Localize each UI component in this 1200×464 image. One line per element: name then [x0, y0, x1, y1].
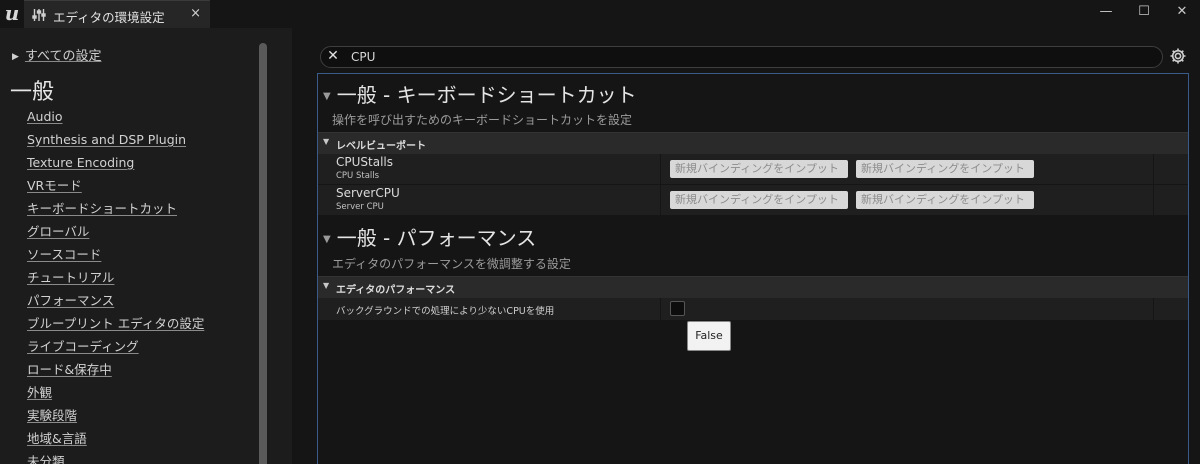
editor-preferences-tab[interactable]: エディタの環境設定 ×	[24, 0, 210, 28]
sidebar-item-audio[interactable]: Audio	[27, 107, 204, 130]
key-binding-input-2[interactable]: 新規バインディングをインプット	[856, 160, 1034, 178]
unreal-logo-icon: u	[4, 1, 20, 25]
expand-triangle-icon: ▶	[12, 52, 19, 62]
column-divider	[1153, 185, 1154, 215]
column-divider	[1153, 298, 1154, 320]
sidebar-category-list: Audio Synthesis and DSP Plugin Texture E…	[27, 107, 204, 464]
tab-title: エディタの環境設定	[53, 10, 165, 25]
empty-area	[318, 321, 1188, 464]
setting-name: ServerCPU	[336, 186, 400, 200]
key-binding-input-2[interactable]: 新規バインディングをインプット	[856, 191, 1034, 209]
column-divider	[660, 298, 661, 320]
group-title-performance[interactable]: ▼ 一般 - パフォーマンス	[323, 222, 536, 251]
category-level-viewport[interactable]: ▼ レベルビューポート	[318, 132, 1188, 154]
tab-close-icon[interactable]: ×	[190, 6, 201, 21]
all-settings-link[interactable]: ▶ すべての設定	[12, 45, 102, 64]
all-settings-label: すべての設定	[24, 49, 102, 64]
column-divider	[660, 185, 661, 215]
results-panel: ▼ 一般 - キーボードショートカット 操作を呼び出すためのキーボードショートカッ…	[317, 73, 1189, 464]
category-editor-performance[interactable]: ▼ エディタのパフォーマンス	[318, 276, 1188, 298]
maximize-button[interactable]: ☐	[1133, 2, 1155, 22]
column-divider	[1153, 154, 1154, 184]
key-binding-input-1[interactable]: 新規バインディングをインプット	[670, 191, 848, 209]
collapse-triangle-icon: ▼	[323, 91, 331, 102]
collapse-triangle-icon: ▼	[323, 281, 330, 290]
setting-subname: Server CPU	[336, 202, 384, 212]
sidebar-item-tutorials[interactable]: チュートリアル	[27, 268, 204, 291]
setting-label: バックグラウンドでの処理により少ないCPUを使用	[336, 306, 555, 317]
title-bar: u エディタの環境設定 × — ☐ ✕	[0, 0, 1200, 28]
settings-sidebar: ▶ すべての設定 一般 Audio Synthesis and DSP Plugi…	[0, 28, 292, 464]
sidebar-item-vr-mode[interactable]: VRモード	[27, 176, 204, 199]
search-input[interactable]: CPU	[351, 50, 375, 64]
setting-row-less-cpu-background: バックグラウンドでの処理により少ないCPUを使用	[318, 298, 1188, 321]
category-label: レベルビューポート	[336, 141, 426, 152]
close-window-button[interactable]: ✕	[1171, 2, 1193, 22]
setting-subname: CPU Stalls	[336, 171, 380, 181]
setting-row-servercpu: ServerCPU Server CPU 新規バインディングをインプット 新規バ…	[318, 185, 1188, 216]
column-divider	[660, 154, 661, 184]
value-tooltip: False	[687, 321, 731, 351]
section-heading-general: 一般	[10, 80, 55, 105]
group-title-text: 一般 - キーボードショートカット	[336, 83, 637, 107]
sidebar-item-keyboard-shortcuts[interactable]: キーボードショートカット	[27, 199, 204, 222]
sidebar-item-source-code[interactable]: ソースコード	[27, 245, 204, 268]
sidebar-item-live-coding[interactable]: ライブコーディング	[27, 337, 204, 360]
search-box[interactable]: ✕ CPU	[320, 46, 1163, 68]
sidebar-item-texture-encoding[interactable]: Texture Encoding	[27, 153, 204, 176]
setting-row-cpustalls: CPUStalls CPU Stalls 新規バインディングをインプット 新規バ…	[318, 154, 1188, 185]
key-binding-input-1[interactable]: 新規バインディングをインプット	[670, 160, 848, 178]
sidebar-scrollbar[interactable]	[259, 43, 267, 464]
gear-icon[interactable]	[1169, 47, 1187, 65]
less-cpu-checkbox[interactable]	[670, 301, 685, 316]
collapse-triangle-icon: ▼	[323, 234, 331, 245]
minimize-button[interactable]: —	[1095, 2, 1117, 22]
sliders-icon	[32, 9, 46, 21]
sidebar-item-synthesis[interactable]: Synthesis and DSP Plugin	[27, 130, 204, 153]
settings-main-panel: ✕ CPU ▼ 一般 - キーボードショートカット 操作を呼び出すためのキーボード…	[292, 28, 1200, 464]
collapse-triangle-icon: ▼	[323, 137, 330, 146]
group-description: 操作を呼び出すためのキーボードショートカットを設定	[332, 113, 633, 127]
group-description: エディタのパフォーマンスを微調整する設定	[332, 257, 571, 271]
group-title-text: 一般 - パフォーマンス	[336, 226, 537, 250]
sidebar-item-miscellaneous[interactable]: 未分類	[27, 452, 204, 464]
group-title-keyboard-shortcuts[interactable]: ▼ 一般 - キーボードショートカット	[323, 79, 637, 108]
category-label: エディタのパフォーマンス	[336, 285, 456, 296]
sidebar-item-experimental[interactable]: 実験段階	[27, 406, 204, 429]
setting-name: CPUStalls	[336, 155, 393, 169]
clear-search-icon[interactable]: ✕	[325, 48, 341, 64]
sidebar-item-loading-saving[interactable]: ロード&保存中	[27, 360, 204, 383]
sidebar-item-region-language[interactable]: 地域&言語	[27, 429, 204, 452]
sidebar-item-blueprint-editor[interactable]: ブループリント エディタの設定	[27, 314, 204, 337]
sidebar-item-performance[interactable]: パフォーマンス	[27, 291, 204, 314]
sidebar-item-appearance[interactable]: 外観	[27, 383, 204, 406]
sidebar-item-global[interactable]: グローバル	[27, 222, 204, 245]
